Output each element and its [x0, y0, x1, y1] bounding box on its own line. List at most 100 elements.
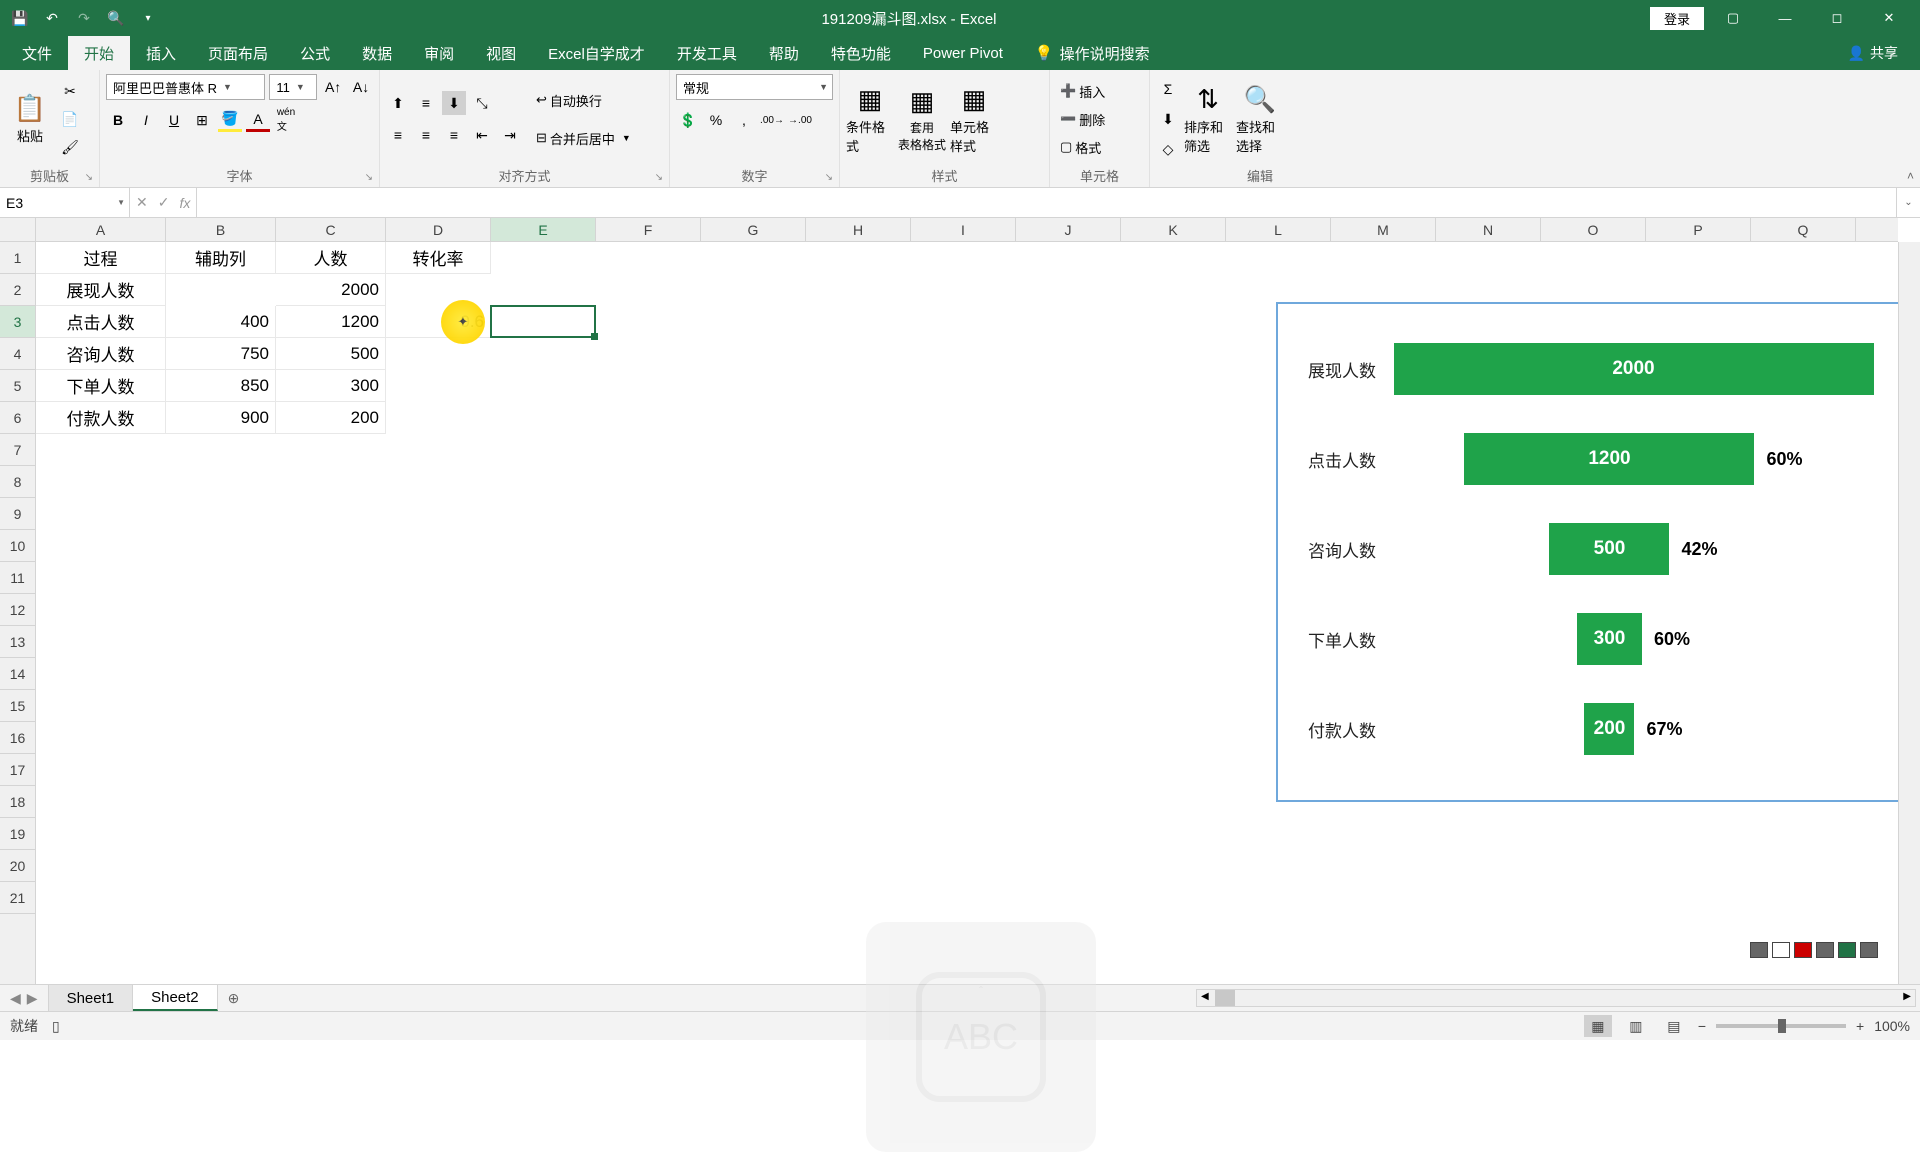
row-header-2[interactable]: 2	[0, 274, 35, 306]
row-header-8[interactable]: 8	[0, 466, 35, 498]
border-icon[interactable]: ⊞	[190, 108, 214, 132]
col-header-B[interactable]: B	[166, 218, 276, 241]
zoom-level[interactable]: 100%	[1874, 1018, 1910, 1034]
zoom-out-icon[interactable]: −	[1698, 1018, 1706, 1034]
cell-A3[interactable]: 点击人数	[36, 306, 166, 338]
font-name-combo[interactable]: 阿里巴巴普惠体 R▼	[106, 74, 265, 100]
collapse-ribbon-icon[interactable]: ˄	[1907, 169, 1914, 183]
spreadsheet-grid[interactable]: ABCDEFGHIJKLMNOPQ 1234567891011121314151…	[0, 218, 1920, 984]
cell-style-button[interactable]: ▦单元格样式	[950, 83, 998, 155]
decrease-font-icon[interactable]: A↓	[349, 75, 373, 99]
close-icon[interactable]: ✕	[1866, 0, 1912, 36]
cell-C5[interactable]: 300	[276, 370, 386, 402]
row-header-9[interactable]: 9	[0, 498, 35, 530]
tab-view[interactable]: 视图	[470, 36, 532, 70]
tell-me[interactable]: 💡 操作说明搜索	[1019, 36, 1166, 70]
minimize-icon[interactable]: —	[1762, 0, 1808, 36]
delete-cells-button[interactable]: ➖删除	[1056, 108, 1109, 130]
col-header-G[interactable]: G	[701, 218, 806, 241]
redo-icon[interactable]: ↷	[74, 8, 94, 28]
row-header-1[interactable]: 1	[0, 242, 35, 274]
cell-C3[interactable]: 1200	[276, 306, 386, 338]
indent-increase-icon[interactable]: ⇥	[498, 123, 522, 147]
format-cells-button[interactable]: ▢格式	[1056, 136, 1109, 158]
col-header-M[interactable]: M	[1331, 218, 1436, 241]
currency-icon[interactable]: 💲	[676, 108, 700, 132]
cell-C6[interactable]: 200	[276, 402, 386, 434]
cell-B3[interactable]: 400	[166, 306, 276, 338]
col-header-O[interactable]: O	[1541, 218, 1646, 241]
font-color-icon[interactable]: A	[246, 108, 270, 132]
macro-record-icon[interactable]: ▯	[52, 1018, 60, 1035]
login-button[interactable]: 登录	[1650, 7, 1704, 30]
cell-B1[interactable]: 辅助列	[166, 242, 276, 274]
cancel-formula-icon[interactable]: ✕	[136, 194, 148, 211]
wrap-text-button[interactable]: ↩自动换行	[532, 89, 635, 111]
save-icon[interactable]: 💾	[10, 8, 30, 28]
col-header-J[interactable]: J	[1016, 218, 1121, 241]
cell-A6[interactable]: 付款人数	[36, 402, 166, 434]
col-header-F[interactable]: F	[596, 218, 701, 241]
row-header-5[interactable]: 5	[0, 370, 35, 402]
tab-self[interactable]: Excel自学成才	[532, 36, 661, 70]
tab-review[interactable]: 审阅	[408, 36, 470, 70]
number-format-combo[interactable]: 常规▼	[676, 74, 833, 100]
row-header-16[interactable]: 16	[0, 722, 35, 754]
row-header-4[interactable]: 4	[0, 338, 35, 370]
funnel-chart[interactable]: 展现人数2000点击人数120060%咨询人数50042%下单人数30060%付…	[1276, 302, 1906, 802]
fill-icon[interactable]: ⬇	[1156, 107, 1180, 131]
align-center-icon[interactable]: ≡	[414, 123, 438, 147]
col-header-E[interactable]: E	[491, 218, 596, 241]
cell-A4[interactable]: 咨询人数	[36, 338, 166, 370]
cell-B6[interactable]: 900	[166, 402, 276, 434]
sort-filter-button[interactable]: ⇅排序和筛选	[1184, 83, 1232, 155]
page-layout-view-icon[interactable]: ▥	[1622, 1015, 1650, 1037]
cell-A2[interactable]: 展现人数	[36, 274, 166, 306]
italic-icon[interactable]: I	[134, 108, 158, 132]
tab-help[interactable]: 帮助	[753, 36, 815, 70]
horizontal-scrollbar[interactable]: ◀▶	[1196, 989, 1916, 1007]
find-select-button[interactable]: 🔍查找和选择	[1236, 83, 1284, 155]
decrease-decimal-icon[interactable]: →.00	[788, 108, 812, 132]
qat-customize-icon[interactable]: ▾	[138, 8, 158, 28]
cell-C4[interactable]: 500	[276, 338, 386, 370]
tab-dev[interactable]: 开发工具	[661, 36, 753, 70]
cell-D1[interactable]: 转化率	[386, 242, 491, 274]
add-sheet-button[interactable]: ⊕	[218, 985, 250, 1011]
preview-icon[interactable]: 🔍	[106, 8, 126, 28]
row-header-10[interactable]: 10	[0, 530, 35, 562]
col-header-P[interactable]: P	[1646, 218, 1751, 241]
cell-C1[interactable]: 人数	[276, 242, 386, 274]
sheet-tab-Sheet2[interactable]: Sheet2	[133, 985, 218, 1011]
phonetic-icon[interactable]: wén文	[274, 108, 298, 132]
row-header-18[interactable]: 18	[0, 786, 35, 818]
autosum-icon[interactable]: Σ	[1156, 77, 1180, 101]
share-button[interactable]: 👤 共享	[1836, 39, 1910, 67]
row-header-20[interactable]: 20	[0, 850, 35, 882]
next-sheet-icon[interactable]: ▶	[27, 990, 38, 1007]
expand-formula-icon[interactable]: ⌄	[1896, 188, 1920, 217]
tab-formulas[interactable]: 公式	[284, 36, 346, 70]
percent-icon[interactable]: %	[704, 108, 728, 132]
cut-icon[interactable]: ✂	[58, 79, 82, 103]
vertical-scrollbar[interactable]	[1898, 242, 1920, 984]
increase-decimal-icon[interactable]: .00→	[760, 108, 784, 132]
row-header-17[interactable]: 17	[0, 754, 35, 786]
col-header-D[interactable]: D	[386, 218, 491, 241]
cell-A5[interactable]: 下单人数	[36, 370, 166, 402]
align-top-icon[interactable]: ⬆	[386, 91, 410, 115]
orientation-icon[interactable]: ⤡	[470, 91, 494, 115]
col-header-K[interactable]: K	[1121, 218, 1226, 241]
cell-C2[interactable]: 2000	[276, 274, 386, 306]
row-header-12[interactable]: 12	[0, 594, 35, 626]
launcher-icon[interactable]: ↘	[365, 172, 373, 183]
page-break-view-icon[interactable]: ▤	[1660, 1015, 1688, 1037]
row-header-11[interactable]: 11	[0, 562, 35, 594]
tab-data[interactable]: 数据	[346, 36, 408, 70]
col-header-L[interactable]: L	[1226, 218, 1331, 241]
fx-icon[interactable]: fx	[179, 195, 190, 211]
cell-B4[interactable]: 750	[166, 338, 276, 370]
cell-B5[interactable]: 850	[166, 370, 276, 402]
zoom-in-icon[interactable]: +	[1856, 1018, 1864, 1034]
enter-formula-icon[interactable]: ✓	[158, 194, 170, 211]
